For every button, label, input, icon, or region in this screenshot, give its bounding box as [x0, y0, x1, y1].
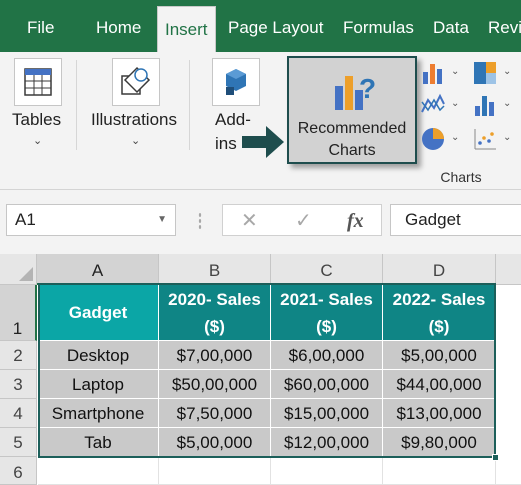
row-header-2[interactable]: 2 — [0, 341, 37, 370]
tab-home[interactable]: Home — [96, 0, 141, 52]
resize-handle[interactable] — [198, 212, 202, 230]
chevron-down-icon[interactable]: ⌄ — [503, 66, 511, 77]
table-header-cell[interactable]: 2021- Sales ($) — [271, 285, 383, 341]
insert-function-icon[interactable]: fx — [347, 207, 364, 235]
table-cell[interactable]: $13,00,000 — [383, 399, 496, 428]
table-cell[interactable]: Laptop — [38, 370, 159, 399]
chevron-down-icon[interactable]: ⌄ — [451, 66, 459, 77]
addins-label-line2: ins — [215, 134, 237, 153]
table-cell[interactable]: $6,00,000 — [271, 341, 383, 370]
header-unit: ($) — [204, 317, 225, 336]
scatter-chart-icon[interactable] — [472, 126, 498, 152]
header-2020-sales: 2020- Sales — [168, 290, 261, 309]
worksheet-grid: A B C D 1 2 3 4 5 6 Gadget 2020- Sales (… — [0, 254, 521, 485]
group-separator — [76, 60, 77, 150]
tab-page-layout[interactable]: Page Layout — [228, 0, 323, 52]
table-header-cell[interactable]: 2020- Sales ($) — [159, 285, 271, 341]
empty-cell[interactable] — [38, 457, 159, 485]
header-unit: ($) — [316, 317, 337, 336]
illustrations-label: Illustrations — [91, 110, 177, 129]
column-header-d[interactable]: D — [383, 254, 496, 285]
tables-label: Tables — [12, 110, 62, 129]
header-2021-sales: 2021- Sales — [280, 290, 373, 309]
chevron-down-icon: ⌄ — [33, 135, 43, 147]
row-header-5[interactable]: 5 — [0, 428, 37, 457]
chevron-down-icon[interactable]: ⌄ — [451, 132, 459, 143]
addins-icon — [212, 58, 260, 106]
select-all-button[interactable] — [0, 254, 37, 285]
empty-cell[interactable] — [496, 285, 521, 485]
row-header-1[interactable]: 1 — [0, 285, 37, 341]
statistic-chart-icon[interactable] — [472, 92, 498, 118]
empty-cell[interactable] — [383, 457, 496, 485]
empty-cell[interactable] — [271, 457, 383, 485]
cancel-icon[interactable]: ✕ — [241, 207, 258, 235]
chevron-down-icon[interactable]: ⌄ — [503, 98, 511, 109]
table-cell[interactable]: $7,00,000 — [159, 341, 271, 370]
pie-chart-icon[interactable] — [420, 126, 446, 152]
table-cell[interactable]: Smartphone — [38, 399, 159, 428]
formula-buttons: ✕ ✓ fx — [222, 204, 382, 236]
tab-formulas[interactable]: Formulas — [343, 0, 414, 52]
table-cell[interactable]: $50,00,000 — [159, 370, 271, 399]
chevron-down-icon[interactable]: ▼ — [157, 205, 167, 235]
table-cell[interactable]: $5,00,000 — [383, 341, 496, 370]
row-header-3[interactable]: 3 — [0, 370, 37, 399]
name-box[interactable]: A1 ▼ — [6, 204, 176, 236]
header-2022-sales: 2022- Sales — [392, 290, 486, 309]
recommended-charts-icon: ? — [335, 73, 375, 110]
table-cell[interactable]: $7,50,000 — [159, 399, 271, 428]
column-chart-icon[interactable] — [420, 60, 446, 86]
tab-data[interactable]: Data — [433, 0, 469, 52]
table-cell[interactable]: $9,80,000 — [383, 428, 496, 457]
column-header-b[interactable]: B — [159, 254, 271, 285]
tab-review[interactable]: Revi — [488, 0, 521, 52]
ribbon-tab-bar: File Home Insert Page Layout Formulas Da… — [0, 0, 521, 52]
row-header-4[interactable]: 4 — [0, 399, 37, 428]
header-gadget: Gadget — [68, 303, 128, 322]
arrow-pointer-icon — [242, 126, 284, 158]
shapes-icon — [112, 58, 160, 106]
table-cell[interactable]: $44,00,000 — [383, 370, 496, 399]
table-cell[interactable]: $15,00,000 — [271, 399, 383, 428]
table-cell[interactable]: Tab — [38, 428, 159, 457]
recommended-charts-button[interactable]: ? Recommended Charts — [287, 56, 417, 164]
table-icon — [14, 58, 62, 106]
header-unit: ($) — [428, 317, 450, 336]
table-header-cell[interactable]: 2022- Sales ($) — [383, 285, 496, 341]
ribbon-insert-panel: Tables ⌄ Illustrations ⌄ Add- ins ? Reco… — [0, 52, 521, 190]
table-header-cell[interactable]: Gadget — [38, 285, 159, 341]
formula-input[interactable]: Gadget — [390, 204, 521, 236]
table-cell[interactable]: Desktop — [38, 341, 159, 370]
table-cell[interactable]: $5,00,000 — [159, 428, 271, 457]
svg-text:?: ? — [359, 73, 375, 104]
column-header-e[interactable] — [496, 254, 521, 285]
chevron-down-icon: ⌄ — [131, 135, 141, 147]
charts-group-label: Charts — [440, 169, 482, 185]
empty-cell[interactable] — [159, 457, 271, 485]
tab-file[interactable]: File — [27, 0, 54, 52]
table-cell[interactable]: $12,00,000 — [271, 428, 383, 457]
line-chart-icon[interactable] — [420, 92, 446, 118]
chevron-down-icon[interactable]: ⌄ — [503, 132, 511, 143]
enter-icon[interactable]: ✓ — [295, 207, 312, 235]
chevron-down-icon[interactable]: ⌄ — [451, 98, 459, 109]
name-box-value: A1 — [15, 210, 36, 229]
hierarchy-chart-icon[interactable] — [472, 60, 498, 86]
recommended-charts-label-line1: Recommended — [297, 120, 407, 137]
column-header-a[interactable]: A — [37, 254, 159, 285]
group-separator — [189, 60, 190, 150]
recommended-charts-label-line2: Charts — [328, 142, 376, 159]
fill-handle[interactable] — [492, 454, 499, 461]
tab-insert[interactable]: Insert — [157, 6, 216, 52]
table-cell[interactable]: $60,00,000 — [271, 370, 383, 399]
row-header-6[interactable]: 6 — [0, 457, 37, 485]
column-header-c[interactable]: C — [271, 254, 383, 285]
formula-bar: A1 ▼ ✕ ✓ fx Gadget — [0, 190, 521, 254]
